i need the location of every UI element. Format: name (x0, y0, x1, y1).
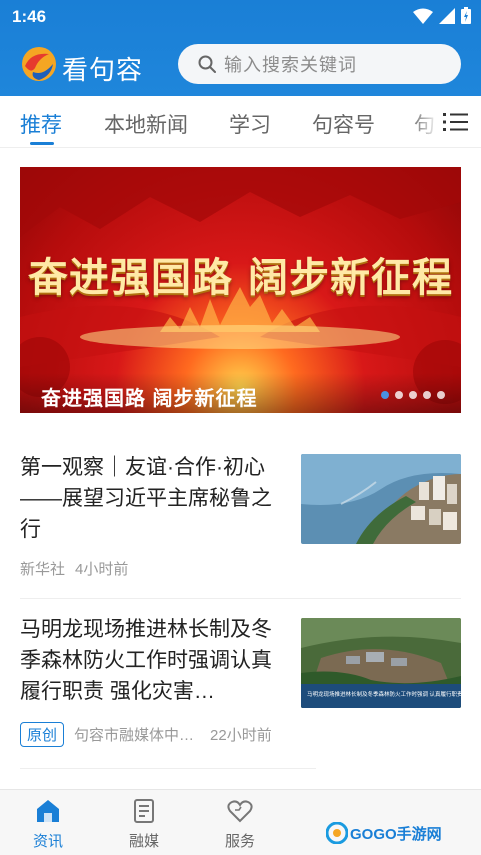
tab-fade (410, 96, 442, 146)
app-name: 看句容 (62, 55, 144, 85)
carousel-dot[interactable] (437, 391, 445, 399)
document-icon (134, 799, 154, 823)
news-divider (20, 598, 461, 599)
tab-active-indicator (30, 142, 54, 145)
news-meta: 新华社 4小时前 (20, 558, 128, 579)
watermark-logo: GOGO手游网 (326, 822, 442, 844)
carousel-dot[interactable] (395, 391, 403, 399)
status-time: 1:46 (12, 7, 47, 26)
app-logo-icon (22, 47, 56, 81)
news-title: 第一观察｜友谊·合作·初心——展望习近平主席秘鲁之行 (20, 456, 272, 541)
forest-village-image: 马明龙现场推进林长制及冬季森林防火工作时强调 认真履行职责 强化灾害防控 以"四… (301, 618, 461, 708)
nav-news[interactable]: 资讯 (18, 798, 78, 851)
carousel-dot[interactable] (381, 391, 389, 399)
watermark-text: GOGO手游网 (350, 825, 442, 843)
news-thumbnail: 马明龙现场推进林长制及冬季森林防火工作时强调 认真履行职责 强化灾害防控 以"四… (301, 618, 461, 708)
banner-carousel[interactable]: 奋进强国路 阔步新征程 奋进强国路 阔步新征程 (20, 167, 461, 413)
status-icons (413, 7, 471, 24)
carousel-dot[interactable] (423, 391, 431, 399)
thumb-caption: 马明龙现场推进林长制及冬季森林防火工作时强调 认真履行职责 强化灾害防控 以"四… (307, 690, 461, 698)
news-thumbnail (301, 454, 461, 544)
original-badge: 原创 (20, 722, 65, 747)
news-time: 4小时前 (75, 561, 129, 578)
search-placeholder: 输入搜索关键词 (224, 55, 357, 75)
search-bar[interactable]: 输入搜索关键词 (178, 44, 461, 84)
news-title: 马明龙现场推进林长制及冬季森林防火工作时强调认真履行职责 强化灾害… (20, 618, 272, 703)
banner-headline: 奋进强国路 阔步新征程 (28, 254, 453, 301)
news-item[interactable]: 第一观察｜友谊·合作·初心——展望习近平主席秘鲁之行 新华社 4小时前 (20, 452, 461, 582)
home-icon (37, 800, 59, 822)
news-source: 句容市融媒体中… (74, 727, 195, 744)
watermark-icon (326, 822, 348, 844)
heart-icon (227, 800, 253, 823)
status-bar: 1:46 (0, 0, 481, 34)
news-time: 22小时前 (210, 727, 272, 744)
nav-label: 服务 (224, 833, 255, 850)
banner-caption: 奋进强国路 阔步新征程 (41, 388, 258, 410)
coastal-city-image (301, 454, 461, 544)
tab-recommend[interactable]: 推荐 (20, 109, 62, 139)
nav-services[interactable]: 服务 (210, 798, 270, 851)
nav-label: 融媒 (128, 833, 159, 850)
wifi-icon (413, 8, 433, 24)
news-item[interactable]: 马明龙现场推进林长制及冬季森林防火工作时强调认真履行职责 强化灾害… 原创 句容… (20, 614, 461, 754)
app-bar: 看句容 输入搜索关键词 (0, 36, 481, 92)
nav-label: 资讯 (32, 833, 63, 850)
news-source: 新华社 (20, 561, 66, 578)
carousel-dot[interactable] (409, 391, 417, 399)
nav-media[interactable]: 融媒 (114, 798, 174, 851)
channel-menu-icon[interactable] (443, 110, 469, 134)
tab-jurong-account[interactable]: 句容号 (312, 109, 375, 139)
search-icon (198, 55, 216, 73)
channel-tabs: 推荐 本地新闻 学习 句容号 句 (0, 96, 481, 148)
battery-icon (461, 7, 471, 24)
news-meta: 原创 句容市融媒体中… 22小时前 (20, 722, 272, 747)
signal-icon (439, 7, 455, 24)
news-divider (20, 768, 316, 769)
tab-local-news[interactable]: 本地新闻 (104, 109, 188, 139)
tab-study[interactable]: 学习 (229, 109, 271, 139)
header: 1:46 看句容 输入搜索关键词 (0, 0, 481, 96)
carousel-dots (381, 391, 445, 399)
